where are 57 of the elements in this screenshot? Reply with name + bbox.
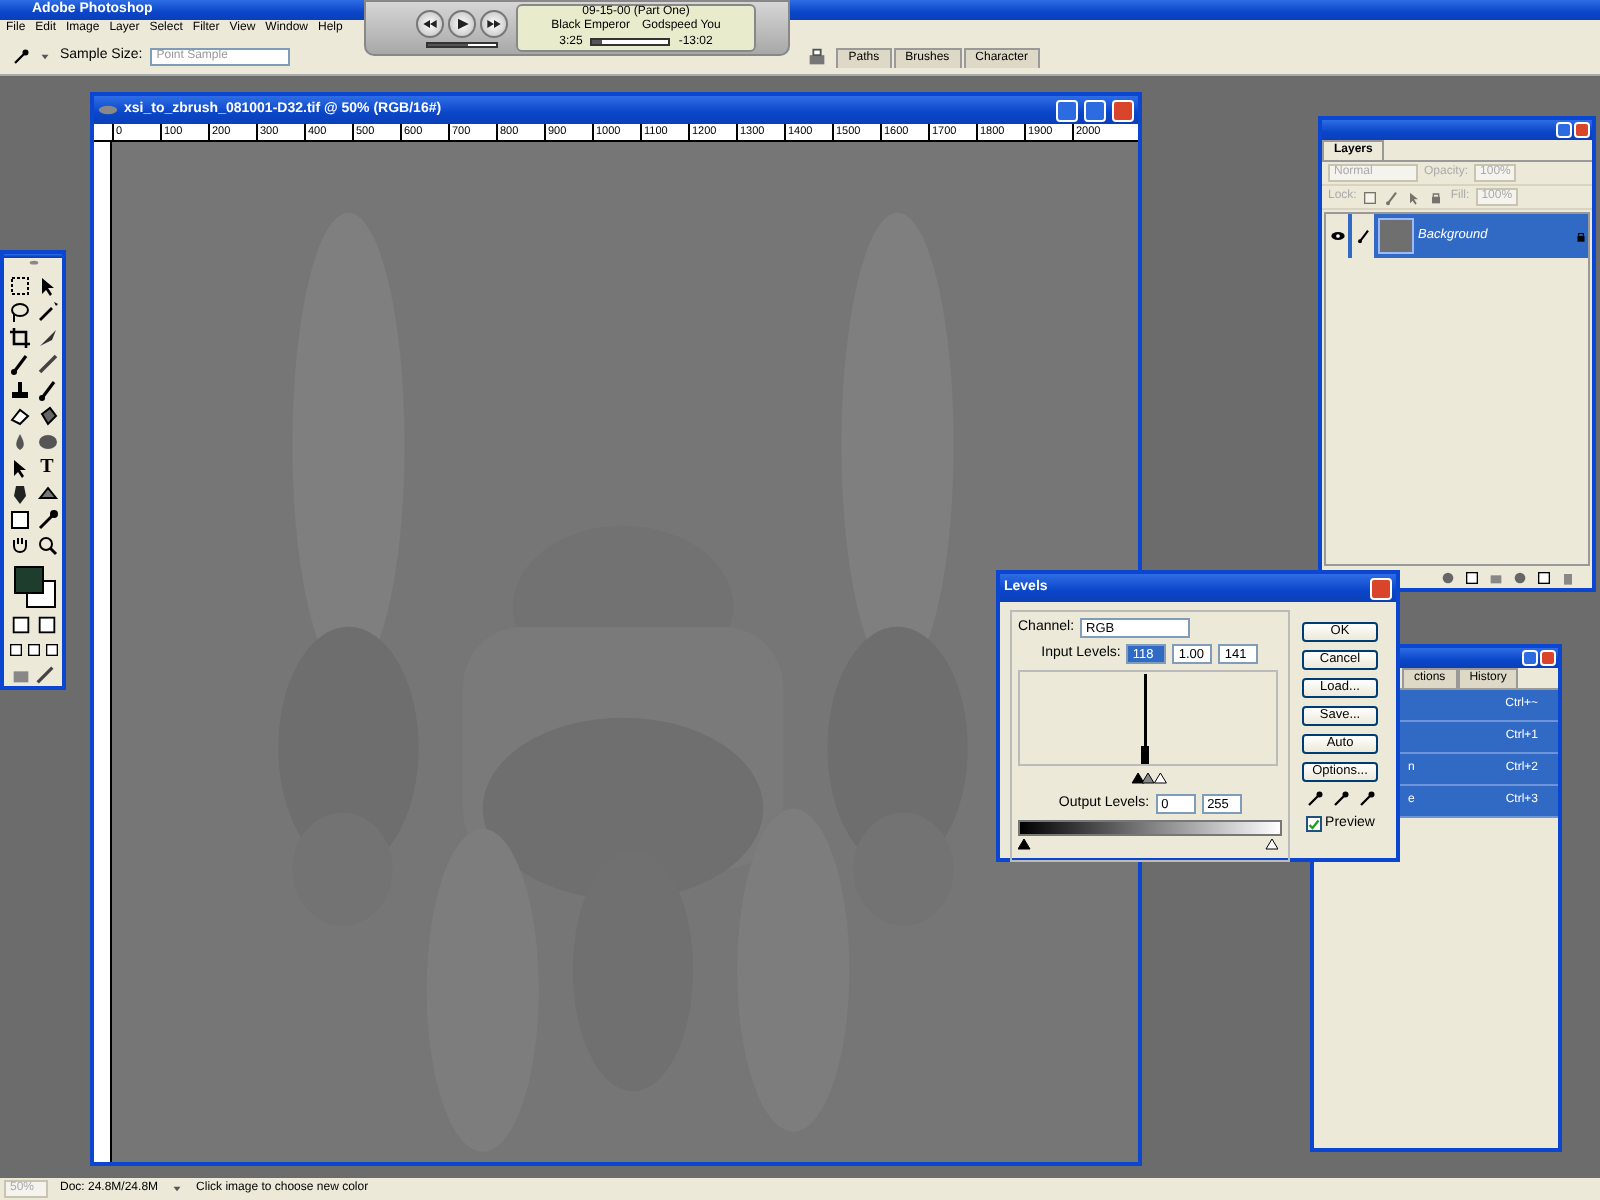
maximize-button[interactable]	[1084, 99, 1106, 121]
eyedropper-icon[interactable]	[35, 508, 59, 532]
eyedropper-icon[interactable]	[12, 48, 30, 66]
pencil-icon[interactable]	[34, 664, 56, 686]
caret-icon[interactable]	[38, 50, 52, 64]
wand-icon[interactable]	[35, 300, 59, 324]
printer-icon[interactable]	[806, 46, 829, 68]
lock-icon	[1574, 229, 1588, 243]
previous-button[interactable]	[416, 9, 444, 37]
lasso-icon[interactable]	[7, 300, 31, 324]
close-button[interactable]	[1540, 650, 1556, 666]
preview-checkbox[interactable]	[1305, 816, 1322, 833]
pencil-icon[interactable]	[35, 352, 59, 376]
eye-icon[interactable]	[1329, 228, 1345, 244]
prev-icon	[422, 15, 438, 31]
crop-icon[interactable]	[7, 326, 31, 350]
minimize-button[interactable]	[1056, 99, 1078, 121]
layer-thumbnail	[1378, 218, 1414, 254]
close-button[interactable]	[1574, 122, 1590, 138]
slider-thumb[interactable]	[1153, 772, 1167, 784]
next-button[interactable]	[480, 9, 508, 37]
brush-icon	[1355, 228, 1371, 244]
hand-icon[interactable]	[7, 534, 31, 558]
bucket-icon[interactable]	[35, 404, 59, 428]
text-tool[interactable]: T	[35, 456, 59, 480]
eyedropper-icon[interactable]	[1331, 790, 1349, 808]
dashed-square-icon[interactable]	[7, 274, 31, 298]
note-icon[interactable]	[1536, 570, 1552, 586]
minimize-button[interactable]	[1522, 650, 1538, 666]
volume-slider[interactable]	[426, 41, 498, 47]
eyedropper-icon[interactable]	[1305, 790, 1323, 808]
eraser-icon[interactable]	[7, 404, 31, 428]
caret-icon[interactable]	[170, 1182, 185, 1196]
note-icon[interactable]	[7, 508, 31, 532]
foreground-color-swatch[interactable]	[13, 566, 43, 594]
lock-icon[interactable]	[1428, 189, 1445, 205]
next-icon	[486, 15, 502, 31]
note-icon[interactable]	[9, 614, 31, 636]
stamp-icon[interactable]	[7, 378, 31, 402]
note-icon[interactable]	[1464, 570, 1480, 586]
note-icon[interactable]	[35, 614, 57, 636]
blob-icon[interactable]	[35, 430, 59, 454]
zoom-icon[interactable]	[35, 534, 59, 558]
close-button[interactable]	[1112, 99, 1134, 121]
background-color-swatch[interactable]	[25, 580, 55, 608]
circle-icon[interactable]	[1440, 570, 1456, 586]
circle-icon[interactable]	[1512, 570, 1528, 586]
play-button[interactable]	[448, 9, 476, 37]
brush-icon[interactable]	[35, 378, 59, 402]
minimize-button[interactable]	[1556, 122, 1572, 138]
progress-track[interactable]	[590, 38, 671, 47]
slider-thumb[interactable]	[1131, 772, 1145, 784]
play-icon	[454, 15, 470, 31]
eyedropper-icon[interactable]	[1357, 790, 1375, 808]
close-button[interactable]	[1370, 577, 1392, 599]
slider-thumb[interactable]	[1141, 772, 1155, 784]
brush-icon[interactable]	[7, 352, 31, 376]
